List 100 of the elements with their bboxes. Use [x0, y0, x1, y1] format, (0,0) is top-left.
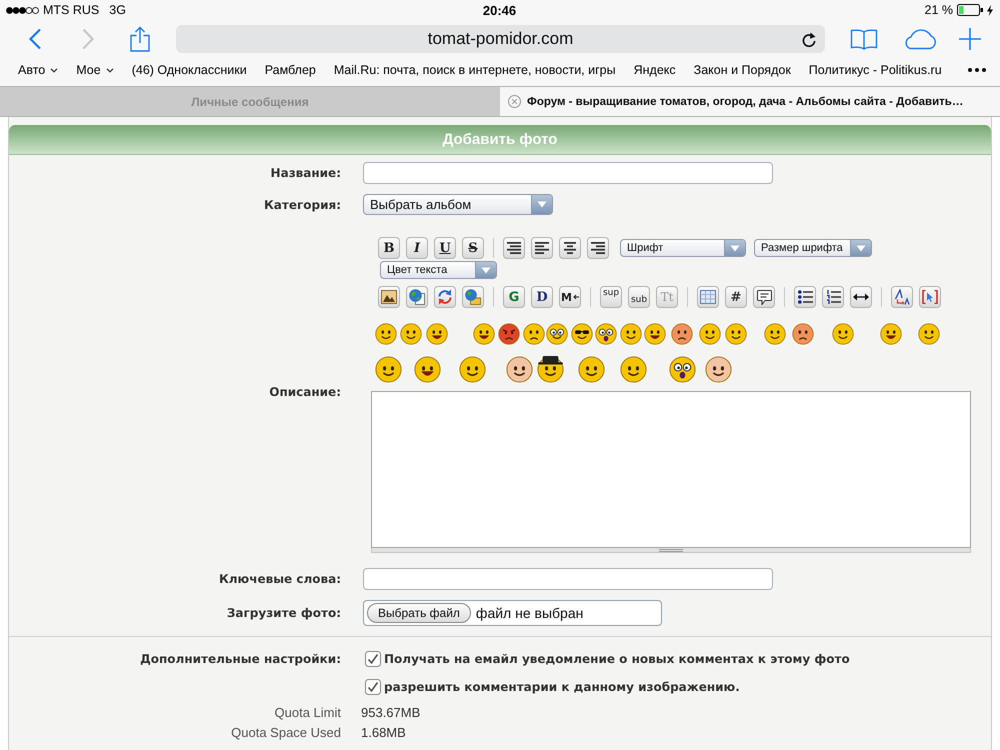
toolbar-button[interactable]: [587, 237, 609, 259]
toolbar-button[interactable]: D: [531, 286, 553, 308]
italic-button[interactable]: I: [406, 237, 428, 259]
toolbar-button[interactable]: [378, 286, 400, 308]
text-color-select[interactable]: Цвет текста: [380, 261, 497, 279]
hat-face-icon[interactable]: [537, 356, 564, 382]
choose-file-button[interactable]: Выбрать файл: [367, 603, 471, 623]
bookmark-link[interactable]: Авто: [18, 63, 58, 77]
toolbar-button[interactable]: #: [725, 286, 747, 308]
double-arrow-icon: [853, 293, 869, 301]
grinning-face-icon[interactable]: [473, 323, 495, 345]
checkbox[interactable]: [365, 651, 381, 667]
smiley-icon[interactable]: [725, 323, 747, 345]
bookmark-link[interactable]: (46) Одноклассники: [132, 63, 247, 77]
frowning-face-icon[interactable]: [523, 323, 545, 345]
field-label: Дополнительные настройки:: [140, 651, 341, 667]
browser-tab[interactable]: Форум - выращивание томатов, огород, дача - Альбомы сайта - Добавить…: [500, 87, 1000, 116]
smiley-icon[interactable]: [578, 356, 605, 382]
blushing-face-icon[interactable]: [671, 323, 693, 345]
more-icon[interactable]: [968, 68, 986, 72]
toolbar-button[interactable]: [822, 286, 844, 308]
toolbar-button[interactable]: M: [559, 286, 581, 308]
smiley-icon[interactable]: [764, 323, 786, 345]
grip-icon: [659, 548, 683, 552]
share-icon[interactable]: [130, 26, 150, 52]
blushing-face-icon[interactable]: [792, 323, 814, 345]
grinning-face-icon[interactable]: [880, 323, 902, 345]
sunglasses-face-icon[interactable]: [571, 323, 593, 345]
category-select[interactable]: Выбрать альбом: [363, 194, 553, 215]
reload-icon[interactable]: [802, 32, 816, 47]
bookmarks-book-icon[interactable]: [850, 28, 878, 50]
toolbar-button[interactable]: [794, 286, 816, 308]
bookmark-link[interactable]: Рамблер: [264, 63, 316, 77]
grinning-face-icon[interactable]: [644, 323, 666, 345]
checkbox-label: разрешить комментарии к данному изображению.: [384, 680, 740, 694]
address-bar[interactable]: tomat-pomidor.com: [176, 25, 825, 53]
font-select[interactable]: Шрифт: [620, 239, 746, 257]
file-input[interactable]: Выбрать файл файл не выбран: [363, 600, 662, 626]
file-status-text: файл не выбран: [476, 605, 584, 621]
toolbar-button[interactable]: [850, 286, 872, 308]
speech-bubble-icon: [756, 290, 772, 304]
signal-icon: [6, 6, 39, 14]
align-center-icon: [563, 242, 577, 254]
form-header: Добавить фото: [9, 125, 991, 155]
clock-time: 20:46: [482, 2, 516, 18]
bald-face-icon[interactable]: [705, 356, 732, 382]
sync-arrows-icon: [437, 289, 453, 305]
field-label: Категория:: [264, 198, 341, 212]
angry-face-icon[interactable]: [498, 323, 520, 345]
bullet-list-icon: [798, 290, 812, 304]
resize-handle[interactable]: [371, 548, 971, 553]
field-label: Описание:: [269, 384, 341, 398]
smiley-icon[interactable]: [375, 356, 402, 382]
toolbar-button[interactable]: [531, 237, 553, 259]
field-label: Quota Space Used: [231, 725, 341, 740]
bold-button[interactable]: B: [378, 237, 400, 259]
superscript-button[interactable]: sup: [600, 286, 622, 308]
smiley-icon[interactable]: [375, 323, 397, 345]
bookmark-link[interactable]: Политикус - Politikus.ru: [808, 63, 942, 77]
smiley-icon[interactable]: [400, 323, 422, 345]
glasses-face-icon[interactable]: [546, 323, 568, 345]
battery-icon: [957, 4, 983, 16]
field-label: Название:: [270, 166, 341, 180]
text-input[interactable]: [363, 568, 773, 590]
bookmark-link[interactable]: Мое: [76, 63, 114, 77]
left-arrow-icon: [572, 294, 579, 300]
indent-lines-icon: [507, 242, 521, 254]
strikethrough-button[interactable]: S: [462, 237, 484, 259]
plus-icon[interactable]: [958, 27, 982, 51]
font-size-select[interactable]: Размер шрифта: [754, 239, 872, 257]
toolbar-button[interactable]: G: [503, 286, 525, 308]
toolbar-button[interactable]: [753, 286, 775, 308]
smiley-icon[interactable]: [459, 356, 486, 382]
toolbar-button[interactable]: [503, 237, 525, 259]
smiley-icon[interactable]: [918, 323, 940, 345]
bookmark-link[interactable]: Закон и Порядок: [694, 63, 791, 77]
numbered-list-icon: [826, 290, 840, 304]
grinning-face-icon[interactable]: [426, 323, 448, 345]
grinning-face-icon[interactable]: [414, 356, 441, 382]
checkbox[interactable]: [365, 679, 381, 695]
bald-face-icon[interactable]: [506, 356, 533, 382]
bookmark-link[interactable]: Mail.Ru: почта, поиск в интернете, новости, игры: [334, 63, 616, 77]
bookmark-link[interactable]: Яндекс: [634, 63, 676, 77]
subscript-button[interactable]: sub: [628, 286, 650, 308]
text-input[interactable]: [363, 162, 773, 184]
battery-percent: 21 %: [924, 3, 953, 17]
globe-folder-icon: [465, 289, 481, 305]
smiley-icon[interactable]: [699, 323, 721, 345]
close-icon[interactable]: [508, 95, 521, 108]
back-icon[interactable]: [28, 28, 42, 50]
toolbar-button[interactable]: [891, 286, 913, 308]
table-icon: [700, 290, 716, 304]
smiley-icon[interactable]: [620, 356, 647, 382]
underline-button[interactable]: U: [434, 237, 456, 259]
smiley-icon[interactable]: [832, 323, 854, 345]
field-label: Загрузите фото:: [226, 606, 341, 620]
smiley-icon[interactable]: [620, 323, 642, 345]
surprised-face-icon[interactable]: [669, 356, 696, 382]
surprised-face-icon[interactable]: [595, 323, 617, 345]
toolbar-button[interactable]: [559, 237, 581, 259]
